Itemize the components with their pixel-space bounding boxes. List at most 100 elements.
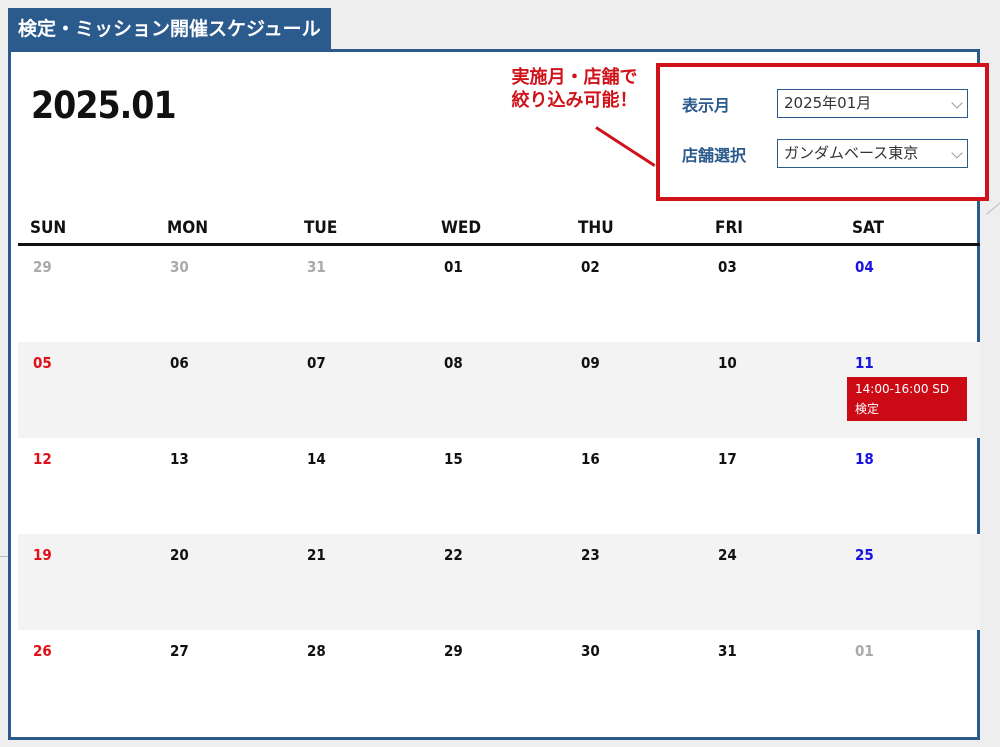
calendar-day-cell: 17: [703, 438, 840, 534]
day-number: 03: [718, 258, 737, 276]
day-number: 13: [170, 450, 189, 468]
store-select-value: ガンダムベース東京: [784, 144, 919, 162]
store-select[interactable]: ガンダムベース東京: [777, 139, 968, 168]
day-number: 15: [444, 450, 463, 468]
calendar-day-cell: 28: [292, 630, 429, 726]
day-number: 18: [855, 450, 874, 468]
calendar-day-cell: 11 14:00-16:00 SD検定: [840, 342, 977, 438]
month-filter-label: 表示月: [682, 96, 731, 115]
calendar-day-cell: 22: [429, 534, 566, 630]
calendar-day-cell: 27: [155, 630, 292, 726]
calendar-day-cell: 06: [155, 342, 292, 438]
weekday-sun: SUN: [30, 218, 67, 238]
calendar-day-cell: 18: [840, 438, 977, 534]
day-number: 06: [170, 354, 189, 372]
calendar-grid: SUN MON TUE WED THU FRI SAT 29 30 31 01 02 03…: [18, 212, 980, 726]
calendar-day-cell: 29: [429, 630, 566, 726]
day-number: 05: [33, 354, 52, 372]
calendar-day-cell: 01: [429, 246, 566, 342]
chevron-down-icon: [951, 147, 963, 159]
calendar-day-cell: 25: [840, 534, 977, 630]
annotation-line-2: 絞り込み可能！: [511, 90, 638, 111]
calendar-month-title: 2025.01: [31, 84, 177, 127]
day-number: 09: [581, 354, 600, 372]
background-line: [0, 556, 8, 557]
day-number: 25: [855, 546, 874, 564]
calendar-day-cell: 12: [18, 438, 155, 534]
weekday-mon: MON: [167, 218, 209, 238]
calendar-day-cell: 31: [292, 246, 429, 342]
weekday-sat: SAT: [852, 218, 884, 238]
calendar-day-cell: 05: [18, 342, 155, 438]
day-number: 22: [444, 546, 463, 564]
weekday-tue: TUE: [304, 218, 338, 238]
calendar-day-cell: 20: [155, 534, 292, 630]
calendar-day-cell: 23: [566, 534, 703, 630]
filter-panel: 表示月 2025年01月 店舗選択 ガンダムベース東京: [656, 63, 989, 201]
calendar-day-cell: 16: [566, 438, 703, 534]
calendar-day-cell: 10: [703, 342, 840, 438]
weekday-thu: THU: [578, 218, 614, 238]
day-number: 01: [444, 258, 463, 276]
day-number: 31: [718, 642, 737, 660]
calendar-week-row: 19 20 21 22 23 24 25: [18, 534, 980, 630]
month-select-value: 2025年01月: [784, 94, 872, 112]
calendar-day-cell: 03: [703, 246, 840, 342]
day-number: 23: [581, 546, 600, 564]
day-number: 14: [307, 450, 326, 468]
filter-annotation: 実施月・店舗で 絞り込み可能！: [497, 66, 652, 112]
calendar-day-cell: 09: [566, 342, 703, 438]
calendar-day-cell: 15: [429, 438, 566, 534]
day-number: 30: [170, 258, 189, 276]
day-number: 04: [855, 258, 874, 276]
day-number: 24: [718, 546, 737, 564]
month-select[interactable]: 2025年01月: [777, 89, 968, 118]
calendar-week-row: 26 27 28 29 30 31 01: [18, 630, 980, 726]
annotation-line-1: 実施月・店舗で: [511, 67, 638, 88]
calendar-day-cell: 29: [18, 246, 155, 342]
day-number: 02: [581, 258, 600, 276]
day-number: 30: [581, 642, 600, 660]
day-number: 31: [307, 258, 326, 276]
calendar-day-cell: 30: [566, 630, 703, 726]
calendar-day-cell: 04: [840, 246, 977, 342]
calendar-day-cell: 31: [703, 630, 840, 726]
calendar-day-cell: 13: [155, 438, 292, 534]
day-number: 19: [33, 546, 52, 564]
calendar-day-cell: 02: [566, 246, 703, 342]
day-number: 07: [307, 354, 326, 372]
calendar-week-row: 05 06 07 08 09 10 11 14:00-16:00 SD検定: [18, 342, 980, 438]
day-number: 01: [855, 642, 874, 660]
day-number: 12: [33, 450, 52, 468]
calendar-day-cell: 26: [18, 630, 155, 726]
chevron-down-icon: [951, 97, 963, 109]
day-number: 11: [855, 354, 874, 372]
calendar-day-cell: 19: [18, 534, 155, 630]
day-number: 26: [33, 642, 52, 660]
day-number: 17: [718, 450, 737, 468]
calendar-week-row: 12 13 14 15 16 17 18: [18, 438, 980, 534]
day-number: 29: [33, 258, 52, 276]
calendar-weeks: 29 30 31 01 02 03 04 05 06 07 08 09 10 11 14:00-16:00 …: [18, 246, 980, 726]
day-number: 21: [307, 546, 326, 564]
weekday-fri: FRI: [715, 218, 743, 238]
day-number: 20: [170, 546, 189, 564]
day-number: 08: [444, 354, 463, 372]
day-number: 10: [718, 354, 737, 372]
calendar-day-cell: 24: [703, 534, 840, 630]
calendar-day-cell: 07: [292, 342, 429, 438]
day-number: 28: [307, 642, 326, 660]
event-badge[interactable]: 14:00-16:00 SD検定: [847, 377, 967, 421]
store-filter-label: 店舗選択: [682, 146, 747, 165]
calendar-week-row: 29 30 31 01 02 03 04: [18, 246, 980, 342]
calendar-day-cell: 30: [155, 246, 292, 342]
calendar-day-cell: 14: [292, 438, 429, 534]
day-number: 27: [170, 642, 189, 660]
section-title-tab: 検定・ミッション開催スケジュール: [8, 8, 331, 49]
day-number: 16: [581, 450, 600, 468]
weekday-wed: WED: [441, 218, 482, 238]
calendar-day-cell: 01: [840, 630, 977, 726]
day-number: 29: [444, 642, 463, 660]
weekday-header: SUN MON TUE WED THU FRI SAT: [18, 212, 980, 246]
calendar-day-cell: 21: [292, 534, 429, 630]
